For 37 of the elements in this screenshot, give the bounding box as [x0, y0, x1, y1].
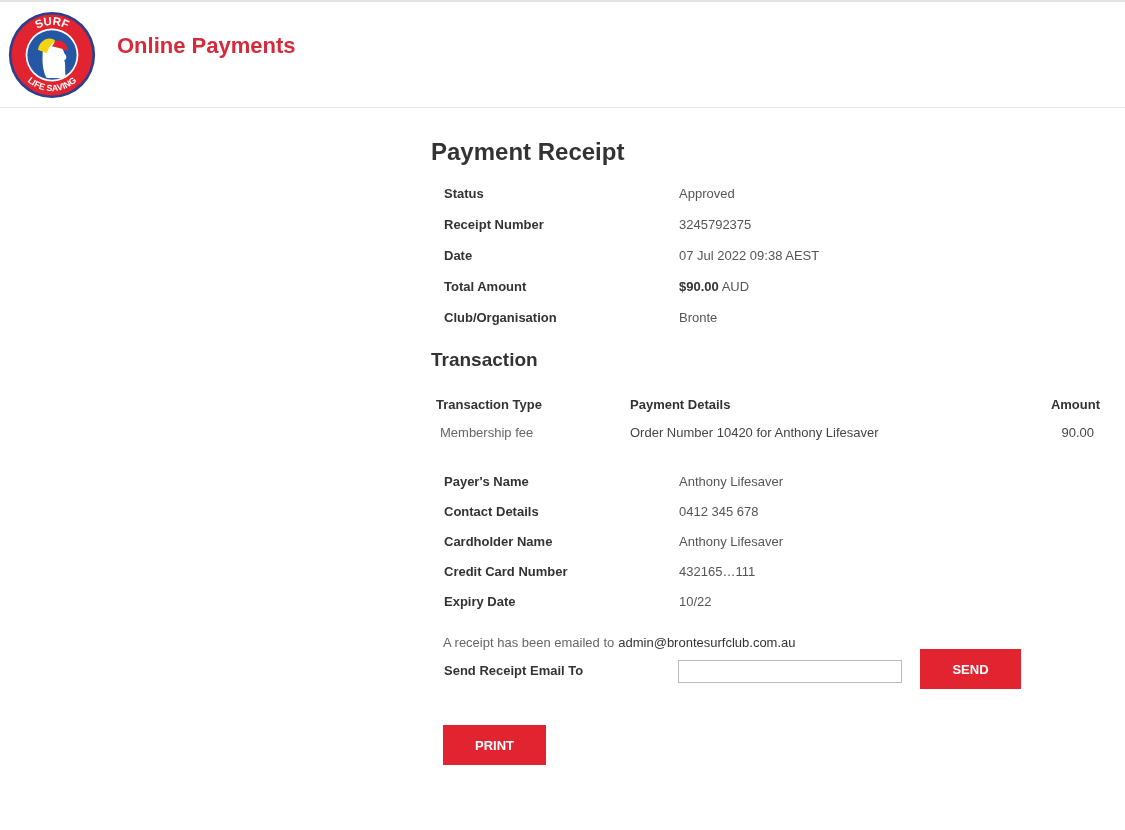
table-cell-text: Order Number 10420 for Anthony Lifesaver — [630, 425, 880, 440]
field-label: Club/Organisation — [444, 310, 558, 325]
table-cell-text: Membership fee — [439, 425, 535, 440]
email-input-field[interactable] — [678, 660, 902, 683]
field-label: Total Amount — [444, 279, 528, 294]
field-label: Status — [444, 186, 485, 201]
receipt-title: Payment Receipt — [431, 138, 626, 166]
section-title: Transaction — [431, 349, 539, 371]
field-value: 0412 345 678 — [679, 504, 760, 519]
table-cell-text: 90.00 — [1060, 425, 1095, 440]
field-value: Anthony Lifesaver — [679, 534, 785, 549]
field-value: 3245792375 — [679, 217, 753, 232]
field-value: $90.00 AUD — [679, 279, 751, 294]
page-title: Online Payments — [117, 32, 296, 59]
email-address: admin@brontesurfclub.com.au — [618, 635, 796, 650]
field-label: Expiry Date — [444, 594, 517, 609]
logo-text: SURF — [33, 14, 71, 31]
emailed-note: A receipt has been emailed to — [443, 635, 615, 650]
column-header: Amount — [1049, 397, 1100, 412]
field-label: Cardholder Name — [444, 534, 554, 549]
field-label: Receipt Number — [444, 217, 545, 232]
field-label: Payer's Name — [444, 474, 530, 489]
column-header: Transaction Type — [436, 397, 543, 412]
field-value: Bronte — [679, 310, 719, 325]
print-button[interactable]: PRINT — [443, 725, 546, 765]
column-header: Payment Details — [630, 397, 732, 412]
lifeguard-badge-icon — [8, 11, 96, 98]
field-label: Credit Card Number — [444, 564, 569, 579]
field-label: Date — [444, 248, 474, 263]
field-label: Contact Details — [444, 504, 540, 519]
field-value: 07 Jul 2022 09:38 AEST — [679, 248, 821, 263]
send-button[interactable]: SEND — [920, 649, 1021, 689]
field-value: 432165…111 — [679, 564, 757, 579]
field-value: 10/22 — [679, 594, 713, 609]
field-label: Send Receipt Email To — [444, 662, 585, 678]
field-value: Anthony Lifesaver — [679, 474, 785, 489]
field-value: Approved — [679, 186, 736, 201]
